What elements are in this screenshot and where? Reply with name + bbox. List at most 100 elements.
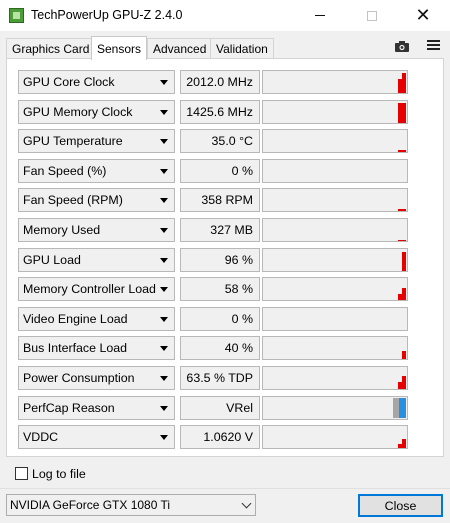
graph-bar [402, 288, 406, 301]
sensor-label: Bus Interface Load [23, 341, 128, 356]
sensor-graph [262, 247, 408, 272]
sensor-row: GPU Load 96 % [18, 247, 408, 272]
graph-bar [402, 240, 406, 241]
caret-down-icon [160, 376, 168, 381]
sensor-label-dropdown[interactable]: GPU Temperature [18, 129, 175, 154]
sensor-graph [262, 188, 408, 213]
caret-down-icon [160, 287, 168, 293]
caret-down-icon [160, 316, 168, 322]
sensor-value: 1.0620 V [180, 425, 260, 450]
sensor-row: PerfCap Reason VRel [18, 395, 408, 420]
minimize-button[interactable] [297, 0, 343, 31]
caret-down-icon [160, 80, 168, 85]
sensor-label: GPU Core Clock [23, 75, 115, 89]
caret-down-icon [160, 198, 168, 204]
sensor-label: Video Engine Load [23, 311, 128, 326]
sensor-label-dropdown[interactable]: GPU Memory Clock [18, 99, 175, 124]
sensor-label-dropdown[interactable]: Memory Controller Load [18, 277, 175, 302]
sensor-row: Power Consumption 63.5 % TDP [18, 366, 408, 390]
sensor-row: Fan Speed (%) 0 % [18, 158, 408, 183]
graph-bar [402, 439, 406, 449]
sensor-value: 35.0 °C [180, 129, 260, 154]
graph-bar [402, 150, 406, 153]
sensor-label: Memory Used [23, 223, 101, 237]
graph-bar [402, 102, 406, 123]
chevron-down-icon [241, 498, 252, 509]
sensor-graph [262, 70, 408, 94]
graph-bar [402, 251, 406, 271]
sensor-value: 327 MB [180, 218, 260, 242]
sensor-graph [262, 425, 408, 450]
sensor-label-dropdown[interactable]: Memory Used [18, 218, 175, 242]
caret-down-icon [160, 257, 168, 263]
perfcap-vrel-bar [399, 397, 406, 418]
sensors-panel: GPU Core Clock 2012.0 MHz GPU Memory Clock… [6, 59, 444, 457]
maximize-icon [367, 10, 377, 21]
sensor-row: VDDC 1.0620 V [18, 425, 408, 450]
sensor-value: 63.5 % TDP [180, 366, 260, 390]
tab-advanced[interactable]: Advanced [147, 38, 213, 59]
sensor-label-dropdown[interactable]: GPU Core Clock [18, 70, 175, 94]
sensor-graph [262, 395, 408, 420]
gpu-selector-dropdown[interactable]: NVIDIA GeForce GTX 1080 Ti [6, 494, 256, 516]
sensor-row: GPU Memory Clock 1425.6 MHz [18, 99, 408, 124]
sensor-value: VRel [180, 395, 260, 420]
sensor-label-dropdown[interactable]: Power Consumption [18, 366, 175, 390]
sensor-graph [262, 158, 408, 183]
sensor-row: Video Engine Load 0 % [18, 306, 408, 331]
sensor-graph [262, 277, 408, 302]
log-to-file-label: Log to file [32, 467, 86, 481]
sensor-label: GPU Load [23, 252, 81, 267]
sensor-value: 58 % [180, 277, 260, 302]
maximize-button[interactable] [349, 0, 395, 31]
sensor-value: 0 % [180, 306, 260, 331]
sensor-value: 40 % [180, 336, 260, 361]
sensor-row: Bus Interface Load 40 % [18, 336, 408, 361]
hamburger-menu-icon[interactable] [427, 40, 440, 52]
sensor-label-dropdown[interactable]: PerfCap Reason [18, 395, 175, 420]
caret-down-icon [160, 435, 168, 441]
sensor-graph [262, 366, 408, 390]
sensor-label: PerfCap Reason [23, 400, 115, 415]
camera-icon[interactable] [394, 40, 410, 52]
caret-down-icon [160, 405, 168, 411]
sensor-label: VDDC [23, 430, 59, 445]
tab-validation[interactable]: Validation [210, 38, 274, 59]
graph-bar [402, 376, 406, 389]
caret-down-icon [160, 139, 168, 145]
caret-down-icon [160, 228, 168, 233]
sensor-label-dropdown[interactable]: Video Engine Load [18, 306, 175, 331]
graph-bar [402, 209, 406, 212]
sensor-value: 1425.6 MHz [180, 99, 260, 124]
sensor-label: Fan Speed (%) [23, 163, 107, 178]
sensor-label: GPU Memory Clock [23, 104, 133, 119]
close-button[interactable]: Close [358, 494, 443, 517]
tab-sensors[interactable]: Sensors [91, 36, 148, 60]
sensor-label-dropdown[interactable]: VDDC [18, 425, 175, 450]
sensor-label-dropdown[interactable]: Fan Speed (RPM) [18, 188, 175, 213]
sensor-graph [262, 218, 408, 242]
gpu-z-app-icon [9, 8, 24, 23]
title-bar: TechPowerUp GPU-Z 2.4.0 ✕ [0, 0, 450, 31]
sensor-label-dropdown[interactable]: Bus Interface Load [18, 336, 175, 361]
sensor-label: Power Consumption [23, 371, 135, 385]
caret-down-icon [160, 109, 168, 115]
sensor-graph [262, 336, 408, 361]
tab-graphics-card[interactable]: Graphics Card [6, 38, 96, 59]
sensor-label-dropdown[interactable]: GPU Load [18, 247, 175, 272]
sensor-row: GPU Core Clock 2012.0 MHz [18, 70, 408, 94]
sensor-value: 0 % [180, 158, 260, 183]
gpu-selector-value: NVIDIA GeForce GTX 1080 Ti [10, 498, 171, 512]
graph-bar [402, 73, 406, 93]
sensor-label: Fan Speed (RPM) [23, 193, 123, 208]
sensor-graph [262, 306, 408, 331]
caret-down-icon [160, 346, 168, 352]
sensor-graph [262, 99, 408, 124]
log-to-file-checkbox[interactable] [15, 467, 28, 480]
close-window-button[interactable]: ✕ [400, 0, 446, 31]
sensor-graph [262, 129, 408, 154]
sensor-row: Memory Controller Load 58 % [18, 277, 408, 302]
sensor-row: GPU Temperature 35.0 °C [18, 129, 408, 154]
sensor-row: Memory Used 327 MB [18, 218, 408, 242]
sensor-label-dropdown[interactable]: Fan Speed (%) [18, 158, 175, 183]
